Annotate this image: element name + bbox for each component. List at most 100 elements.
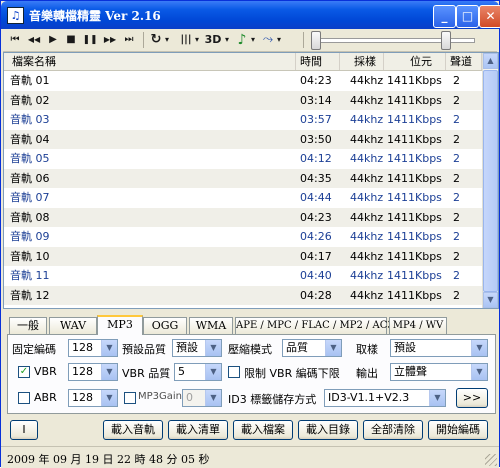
table-row[interactable]: 音軌 10 04:17 44khz 1411Kbps 2 [4, 246, 482, 266]
table-row[interactable]: 音軌 07 04:44 44khz 1411Kbps 2 [4, 188, 482, 208]
track-channels-cell: 2 [453, 288, 460, 302]
pitch-dropdown-icon[interactable]: ▾ [275, 32, 283, 48]
mp3gain-checkbox[interactable] [124, 392, 136, 404]
vbr-checkbox[interactable]: ✓ [18, 366, 30, 378]
column-header-filename[interactable]: 檔案名稱 [4, 53, 296, 70]
previous-track-icon[interactable]: ⏮ [7, 32, 23, 48]
tab-ape-mpc-flac-mp2-ac3[interactable]: APE / MPC / FLAC / MP2 / AC3 [235, 317, 394, 334]
tab-mp4-wv[interactable]: MP4 / WV [389, 317, 447, 334]
loop-icon[interactable]: ↻ [149, 32, 163, 48]
limit-vbr-label[interactable]: 限制 VBR 編碼下限 [244, 365, 340, 381]
tab-wav[interactable]: WAV [49, 317, 97, 334]
dropdown-arrow-icon[interactable]: ▼ [325, 340, 341, 356]
dropdown-arrow-icon[interactable]: ▼ [205, 390, 221, 406]
track-time-cell: 04:44 [300, 191, 332, 204]
load-list-button[interactable]: 載入清單 [168, 420, 228, 440]
start-encode-button[interactable]: 開始編碼 [428, 420, 488, 440]
dropdown-arrow-icon[interactable]: ▼ [205, 364, 221, 380]
next-track-icon[interactable]: ⏭ [121, 32, 137, 48]
table-row[interactable]: 音軌 08 04:23 44khz 1411Kbps 2 [4, 207, 482, 227]
mp3gain-select[interactable]: 0 ▼ [182, 389, 222, 407]
play-icon[interactable]: ▶ [45, 32, 61, 48]
table-row[interactable]: 音軌 01 04:23 44khz 1411Kbps 2 [4, 71, 482, 91]
tempo-dropdown-icon[interactable]: ▾ [249, 32, 257, 48]
table-row[interactable]: 音軌 02 03:14 44khz 1411Kbps 2 [4, 90, 482, 110]
tempo-note-icon[interactable]: ♪ [235, 32, 249, 48]
track-sample-rate-cell: 44khz [350, 269, 384, 282]
column-header-sample-rate[interactable]: 採樣 [340, 53, 384, 70]
track-time-cell: 03:50 [300, 132, 332, 146]
close-button[interactable]: ✕ [479, 5, 500, 28]
dropdown-arrow-icon[interactable]: ▼ [205, 340, 221, 356]
vbr-quality-select[interactable]: 5 ▼ [174, 363, 222, 381]
mp3gain-label[interactable]: MP3Gain [138, 391, 182, 402]
track-bitrate-cell: 1411Kbps [387, 132, 442, 146]
column-header-time[interactable]: 時間 [296, 53, 340, 70]
column-header-channels[interactable]: 聲道 [446, 53, 482, 70]
limit-vbr-checkbox[interactable] [228, 366, 240, 378]
seek-slider-track[interactable] [315, 38, 475, 43]
scrollbar-thumb[interactable] [483, 70, 498, 292]
tab-general[interactable]: 一般 [9, 317, 47, 334]
vbr-bitrate-select[interactable]: 128 ▼ [68, 363, 118, 381]
table-row[interactable]: 音軌 05 04:12 44khz 1411Kbps 2 [4, 149, 482, 169]
loop-dropdown-icon[interactable]: ▾ [163, 32, 171, 48]
track-bitrate-cell: 1411Kbps [387, 152, 442, 165]
track-name-cell: 音軌 07 [10, 191, 50, 204]
volume-slider-thumb[interactable] [440, 31, 451, 50]
abr-checkbox[interactable] [18, 392, 30, 404]
column-header-bitrate[interactable]: 位元 [384, 53, 446, 70]
table-row[interactable]: 音軌 06 04:35 44khz 1411Kbps 2 [4, 168, 482, 188]
table-row[interactable]: 音軌 12 04:28 44khz 1411Kbps 2 [4, 285, 482, 305]
stop-icon[interactable]: ■ [63, 32, 79, 48]
list-vertical-scrollbar[interactable]: ▲ ▼ [482, 53, 498, 308]
table-row[interactable]: 音軌 11 04:40 44khz 1411Kbps 2 [4, 266, 482, 286]
track-list[interactable]: 檔案名稱 時間 採樣 位元 聲道 音軌 01 04:23 44khz 1411Kbps… [3, 52, 499, 309]
dropdown-arrow-icon[interactable]: ▼ [471, 364, 487, 380]
scroll-up-arrow-icon[interactable]: ▲ [483, 53, 498, 69]
dropdown-arrow-icon[interactable]: ▼ [471, 340, 487, 356]
load-directory-button[interactable]: 載入目錄 [298, 420, 358, 440]
maximize-button[interactable]: □ [456, 5, 479, 28]
sampling-select[interactable]: 預設 ▼ [390, 339, 488, 357]
rewind-icon[interactable]: ◀◀ [25, 32, 43, 48]
three-d-dropdown-icon[interactable]: ▾ [223, 32, 231, 48]
fast-forward-icon[interactable]: ▶▶ [101, 32, 119, 48]
more-options-button[interactable]: >> [456, 388, 488, 408]
abr-bitrate-select[interactable]: 128 ▼ [68, 389, 118, 407]
id3-select[interactable]: ID3-V1.1+V2.3 ▼ [324, 389, 446, 407]
clear-all-button[interactable]: 全部清除 [363, 420, 423, 440]
compress-mode-select[interactable]: 品質 ▼ [282, 339, 342, 357]
equalizer-dropdown-icon[interactable]: ▾ [193, 32, 201, 48]
load-track-button[interactable]: 載入音軌 [103, 420, 163, 440]
three-d-effect-button[interactable]: 3D [203, 32, 223, 48]
info-button[interactable]: I [10, 420, 38, 440]
pause-icon[interactable]: ❚❚ [81, 32, 99, 48]
dropdown-arrow-icon[interactable]: ▼ [101, 390, 117, 406]
app-music-icon[interactable]: ♫ [7, 7, 24, 24]
dropdown-arrow-icon[interactable]: ▼ [101, 364, 117, 380]
minimize-button[interactable]: _ [433, 5, 456, 28]
title-bar[interactable]: ♫ 音樂轉檔精靈 Ver 2.16 _ □ ✕ [1, 1, 500, 29]
dropdown-arrow-icon[interactable]: ▼ [429, 390, 445, 406]
seek-slider-thumb[interactable] [311, 31, 321, 50]
vbr-label[interactable]: VBR [34, 365, 57, 378]
abr-label[interactable]: ABR [34, 391, 57, 404]
tab-wma[interactable]: WMA [189, 317, 233, 334]
table-row[interactable]: 音軌 04 03:50 44khz 1411Kbps 2 [4, 129, 482, 149]
dropdown-arrow-icon[interactable]: ▼ [101, 340, 117, 356]
table-row[interactable]: 音軌 03 03:57 44khz 1411Kbps 2 [4, 110, 482, 130]
table-row[interactable]: 音軌 09 04:26 44khz 1411Kbps 2 [4, 227, 482, 247]
compress-mode-value: 品質 [286, 341, 308, 354]
scroll-down-arrow-icon[interactable]: ▼ [483, 292, 498, 308]
resize-grip-icon[interactable] [485, 454, 497, 466]
pitch-icon[interactable]: ⤳ [261, 32, 275, 48]
tab-ogg[interactable]: OGG [143, 317, 187, 334]
preset-quality-select[interactable]: 預設 ▼ [172, 339, 222, 357]
tab-mp3[interactable]: MP3 [97, 315, 143, 335]
fixed-bitrate-select[interactable]: 128 ▼ [68, 339, 118, 357]
track-bitrate-cell: 1411Kbps [387, 230, 442, 243]
load-file-button[interactable]: 載入檔案 [233, 420, 293, 440]
output-select[interactable]: 立體聲 ▼ [390, 363, 488, 381]
equalizer-icon[interactable]: ||| [179, 32, 193, 48]
